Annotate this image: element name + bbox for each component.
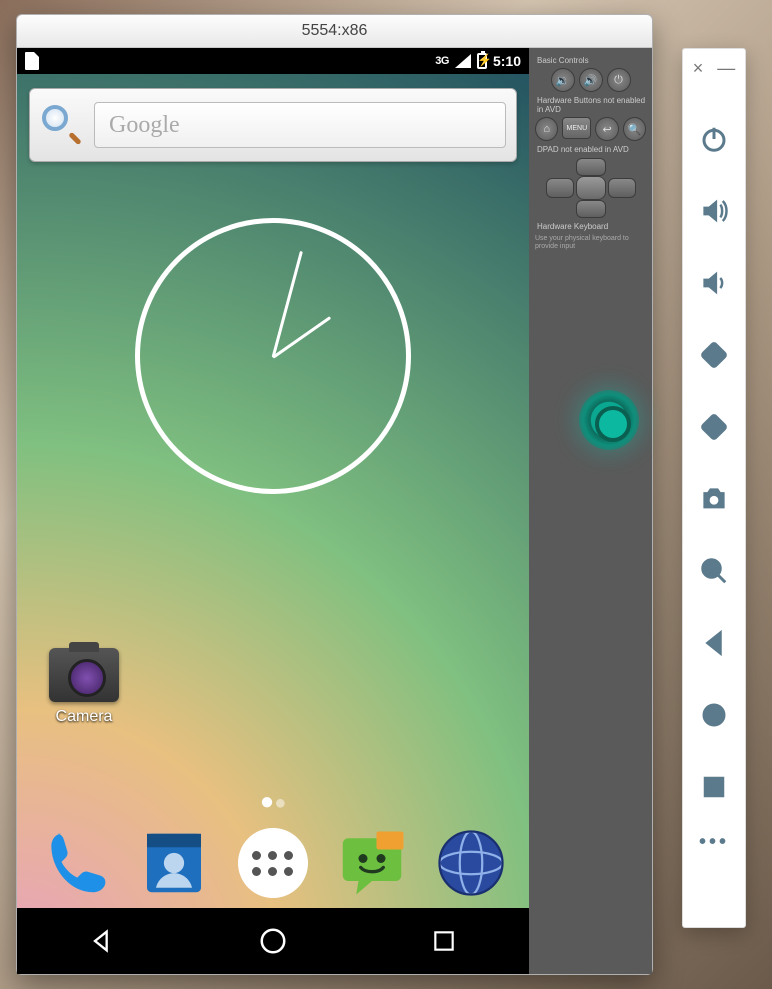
search-input[interactable]: Google [94, 102, 506, 148]
sdcard-icon [25, 52, 39, 70]
emulator-window: 5554:x86 3G 5:10 [16, 14, 653, 975]
nav-recents-button[interactable] [426, 923, 462, 959]
toolbar-power-button[interactable] [692, 117, 736, 161]
legacy-back-button[interactable]: ↩ [595, 117, 618, 141]
toolbar-home-button[interactable] [692, 693, 736, 737]
dpad-label: DPAD not enabled in AVD [537, 145, 646, 154]
legacy-menu-button[interactable]: MENU [562, 117, 591, 139]
search-icon[interactable] [40, 103, 84, 147]
dock [17, 818, 529, 908]
toolbar-screenshot-button[interactable] [692, 477, 736, 521]
device-screen[interactable]: 3G 5:10 Google [17, 48, 529, 974]
camera-label: Camera [39, 708, 129, 726]
toolbar-minimize-button[interactable]: — [717, 59, 735, 77]
toolbar-overview-button[interactable] [692, 765, 736, 809]
network-3g-label: 3G [435, 55, 449, 67]
legacy-dpad [546, 158, 636, 218]
dpad-left-button[interactable] [546, 178, 574, 198]
basic-controls-label: Basic Controls [537, 56, 646, 65]
page-indicator[interactable]: ●● [17, 788, 529, 816]
toolbar-volume-up-button[interactable] [692, 189, 736, 233]
toolbar-more-button[interactable]: ••• [699, 831, 729, 854]
google-search-widget[interactable]: Google [29, 88, 517, 162]
toolbar-rotate-right-button[interactable] [692, 405, 736, 449]
legacy-vol-up-button[interactable]: 🔊 [579, 68, 603, 92]
dpad-center-button[interactable] [576, 176, 606, 200]
apps-grid-icon [238, 828, 308, 898]
hw-keyboard-note: Use your physical keyboard to provide in… [535, 235, 646, 252]
legacy-search-button[interactable]: 🔍 [623, 117, 646, 141]
clock-minute-hand [272, 251, 303, 358]
dpad-down-button[interactable] [576, 200, 606, 218]
status-bar[interactable]: 3G 5:10 [17, 48, 529, 74]
dpad-up-button[interactable] [576, 158, 606, 176]
toolbar-zoom-button[interactable] [692, 549, 736, 593]
analog-clock-widget[interactable] [135, 218, 411, 494]
nav-back-button[interactable] [84, 923, 120, 959]
phone-app-icon[interactable] [37, 825, 113, 901]
legacy-home-button[interactable]: ⌂ [535, 117, 558, 141]
contacts-app-icon[interactable] [136, 825, 212, 901]
legacy-vol-down-button[interactable]: 🔉 [551, 68, 575, 92]
navigation-bar [17, 908, 529, 974]
emulator-toolbar: × — ••• [682, 48, 746, 928]
toolbar-volume-down-button[interactable] [692, 261, 736, 305]
legacy-emulator-controls: Basic Controls 🔉 🔊 ⏻ Hardware Buttons no… [529, 48, 652, 974]
camera-icon [49, 648, 119, 702]
search-placeholder: Google [109, 112, 180, 139]
emulator-titlebar[interactable]: 5554:x86 [17, 15, 652, 48]
toolbar-rotate-left-button[interactable] [692, 333, 736, 377]
camera-app-shortcut[interactable]: Camera [39, 648, 129, 726]
dpad-right-button[interactable] [608, 178, 636, 198]
nav-home-button[interactable] [255, 923, 291, 959]
hw-buttons-label: Hardware Buttons not enabled in AVD [537, 96, 646, 114]
battery-charging-icon [477, 53, 487, 69]
toolbar-close-button[interactable]: × [693, 59, 704, 77]
signal-icon [455, 54, 471, 68]
toolbar-back-button[interactable] [692, 621, 736, 665]
all-apps-button[interactable] [235, 825, 311, 901]
hw-keyboard-title: Hardware Keyboard [537, 222, 646, 231]
floating-assist-button[interactable] [579, 390, 639, 450]
legacy-power-button[interactable]: ⏻ [607, 68, 631, 92]
messaging-app-icon[interactable] [334, 825, 410, 901]
emulator-title: 5554:x86 [302, 22, 368, 40]
browser-app-icon[interactable] [433, 825, 509, 901]
clock-time-label: 5:10 [493, 53, 521, 69]
